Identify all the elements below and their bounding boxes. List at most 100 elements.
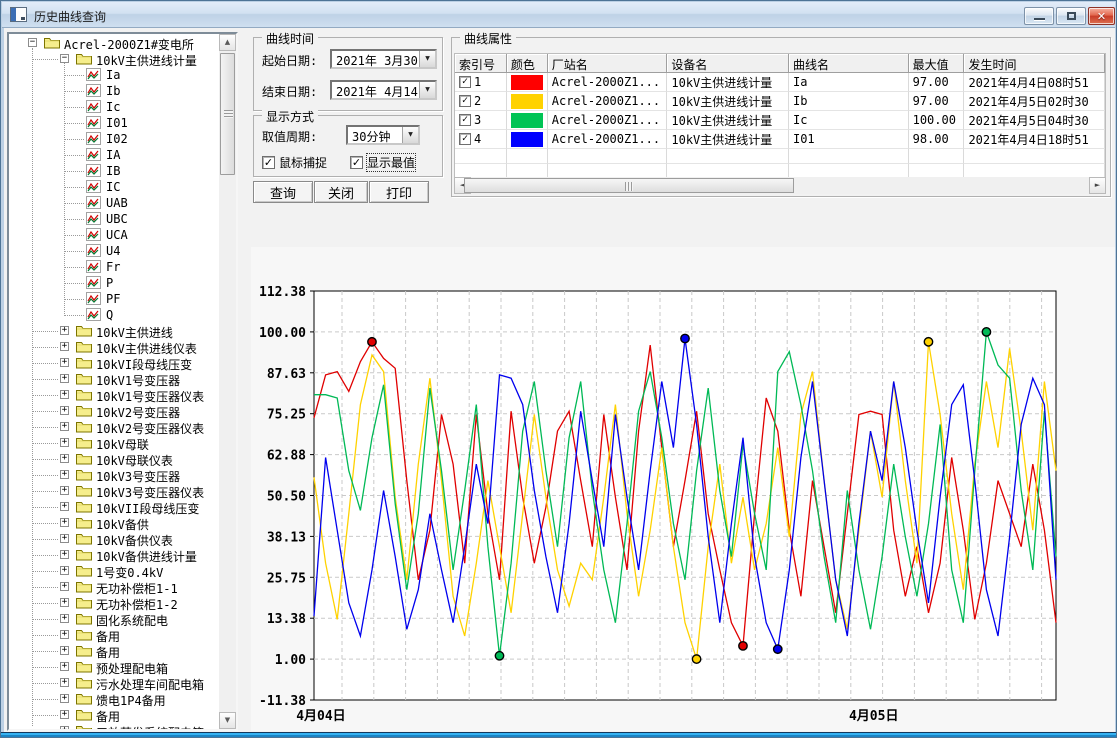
tree-expand-icon[interactable]: + xyxy=(60,662,69,671)
tree-item-label: 10kV主供进线 xyxy=(96,324,173,341)
chevron-down-icon[interactable]: ▼ xyxy=(419,82,435,98)
index-cell[interactable]: ✓3 xyxy=(455,111,507,130)
table-row[interactable]: ✓2Acrel-2000Z1...10kV主供进线计量Ib97.002021年4… xyxy=(455,92,1105,111)
tree-expand-icon[interactable]: + xyxy=(60,710,69,719)
tree-expand-icon[interactable]: + xyxy=(60,726,69,731)
period-select[interactable]: 30分钟 ▼ xyxy=(346,125,420,145)
table-cell: 2021年4月5日04时30 xyxy=(964,111,1105,130)
tree-expand-icon[interactable]: + xyxy=(60,422,69,431)
tree-expand-icon[interactable]: + xyxy=(60,358,69,367)
column-header-发生时间[interactable]: 发生时间 xyxy=(964,54,1105,73)
table-row[interactable]: ✓3Acrel-2000Z1...10kV主供进线计量Ic100.002021年… xyxy=(455,111,1105,130)
tree-item-label: 馈电1P4备用 xyxy=(96,692,166,709)
table-cell: 10kV主供进线计量 xyxy=(667,111,789,130)
curve-icon xyxy=(86,68,101,84)
tree-expand-icon[interactable]: + xyxy=(60,646,69,655)
tree-expand-icon[interactable]: + xyxy=(60,486,69,495)
query-button[interactable]: 查询 xyxy=(253,181,313,203)
column-header-曲线名[interactable]: 曲线名 xyxy=(789,54,909,73)
folder-icon xyxy=(76,420,92,436)
tree-expand-icon[interactable]: + xyxy=(60,630,69,639)
scroll-right-icon[interactable]: ► xyxy=(1089,177,1106,194)
table-row[interactable]: ✓1Acrel-2000Z1...10kV主供进线计量Ia97.002021年4… xyxy=(455,73,1105,92)
tree-expand-icon[interactable]: + xyxy=(60,326,69,335)
column-header-颜色[interactable]: 颜色 xyxy=(507,54,548,73)
scroll-down-icon[interactable]: ▼ xyxy=(219,712,236,729)
table-row[interactable]: ✓4Acrel-2000Z1...10kV主供进线计量I0198.002021年… xyxy=(455,130,1105,149)
tree-expand-icon[interactable]: + xyxy=(60,534,69,543)
tree-item-label: UCA xyxy=(106,228,128,242)
tree-collapse-icon[interactable]: − xyxy=(60,54,69,63)
restore-button[interactable] xyxy=(1056,7,1086,25)
column-header-厂站名[interactable]: 厂站名 xyxy=(548,54,668,73)
row-index: 3 xyxy=(474,113,481,127)
row-checkbox[interactable]: ✓ xyxy=(459,114,471,126)
row-checkbox[interactable]: ✓ xyxy=(459,133,471,145)
tree-expand-icon[interactable]: + xyxy=(60,582,69,591)
index-cell[interactable]: ✓1 xyxy=(455,73,507,92)
tree-expand-icon[interactable]: + xyxy=(60,614,69,623)
checkbox-check-icon[interactable]: ✓ xyxy=(262,156,275,169)
print-button[interactable]: 打印 xyxy=(369,181,429,203)
table-cell: 10kV主供进线计量 xyxy=(667,130,789,149)
tree-item-label: 10kV母联仪表 xyxy=(96,452,173,469)
chart-canvas: 112.38100.0087.6375.2562.8850.5038.1325.… xyxy=(251,247,1115,731)
close-button[interactable]: ✕ xyxy=(1088,7,1115,25)
tree-expand-icon[interactable]: + xyxy=(60,454,69,463)
folder-icon xyxy=(76,340,92,356)
folder-icon xyxy=(76,404,92,420)
tree-expand-icon[interactable]: + xyxy=(60,550,69,559)
start-date-select[interactable]: 2021年 3月30 ▼ xyxy=(330,49,437,69)
tree-item-label: 10kV主供进线计量 xyxy=(96,52,197,69)
tree-connector xyxy=(32,379,58,380)
color-swatch xyxy=(511,132,543,147)
curve-icon xyxy=(86,164,101,180)
row-checkbox[interactable]: ✓ xyxy=(459,76,471,88)
folder-icon xyxy=(76,500,92,516)
tree-expand-icon[interactable]: + xyxy=(60,374,69,383)
tree-expand-icon[interactable]: + xyxy=(60,470,69,479)
table-cell: 10kV主供进线计量 xyxy=(667,92,789,111)
tree-connector xyxy=(32,427,58,428)
mouse-capture-checkbox[interactable]: ✓ 鼠标捕捉 xyxy=(262,154,327,171)
tree-expand-icon[interactable]: + xyxy=(60,342,69,351)
tree-connector xyxy=(32,715,58,716)
tree-scrollbar-thumb[interactable] xyxy=(220,53,235,175)
curve-icon xyxy=(86,180,101,196)
tree-item-label: 备用 xyxy=(96,628,120,645)
tree-connector xyxy=(32,59,58,60)
close-dialog-button[interactable]: 关闭 xyxy=(314,181,368,203)
tree-item-label: 1号变0.4kV xyxy=(96,564,163,581)
tree-scrollbar[interactable]: ▲ ▼ xyxy=(219,34,236,729)
tree-expand-icon[interactable]: + xyxy=(60,678,69,687)
titlebar[interactable]: 历史曲线查询 ✕ xyxy=(2,2,1115,28)
column-header-最大值[interactable]: 最大值 xyxy=(909,54,965,73)
table-scrollbar-thumb[interactable] xyxy=(464,178,794,193)
tree-expand-icon[interactable]: + xyxy=(60,694,69,703)
minimize-button[interactable] xyxy=(1024,7,1054,25)
checkbox-check-icon[interactable]: ✓ xyxy=(350,156,363,169)
tree-item-label: 10kV母联 xyxy=(96,436,149,453)
folder-icon xyxy=(76,452,92,468)
tree-expand-icon[interactable]: + xyxy=(60,438,69,447)
scroll-up-icon[interactable]: ▲ xyxy=(219,34,236,51)
index-cell[interactable]: ✓4 xyxy=(455,130,507,149)
chevron-down-icon[interactable]: ▼ xyxy=(419,51,435,67)
tree-collapse-icon[interactable]: − xyxy=(28,38,37,47)
column-header-设备名[interactable]: 设备名 xyxy=(667,54,789,73)
tree-expand-icon[interactable]: + xyxy=(60,598,69,607)
tree-expand-icon[interactable]: + xyxy=(60,406,69,415)
tree-expand-icon[interactable]: + xyxy=(60,566,69,575)
table-h-scrollbar[interactable]: ◄ ► xyxy=(454,177,1106,194)
tree-expand-icon[interactable]: + xyxy=(60,502,69,511)
show-extremes-checkbox[interactable]: ✓ 显示最值 xyxy=(350,154,415,171)
index-cell[interactable]: ✓2 xyxy=(455,92,507,111)
tree-connector xyxy=(32,539,58,540)
end-date-select[interactable]: 2021年 4月14 ▼ xyxy=(330,80,437,100)
row-checkbox[interactable]: ✓ xyxy=(459,95,471,107)
tree-item-label: IA xyxy=(106,148,120,162)
column-header-索引号[interactable]: 索引号 xyxy=(455,54,507,73)
tree-expand-icon[interactable]: + xyxy=(60,390,69,399)
tree-expand-icon[interactable]: + xyxy=(60,518,69,527)
chevron-down-icon[interactable]: ▼ xyxy=(402,127,418,143)
